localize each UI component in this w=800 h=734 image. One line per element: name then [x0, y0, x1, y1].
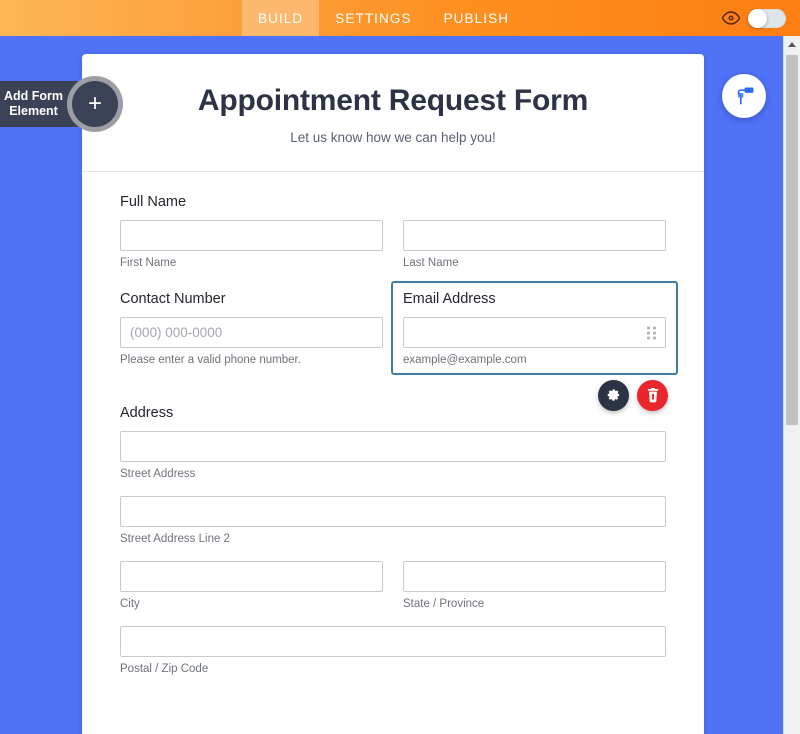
topbar-right-controls	[722, 0, 800, 36]
field-contact-number: Contact Number Please enter a valid phon…	[120, 291, 383, 375]
scrollbar-thumb[interactable]	[786, 55, 798, 425]
trash-icon	[647, 388, 658, 403]
full-name-label: Full Name	[120, 194, 187, 210]
plus-icon: +	[88, 90, 103, 117]
add-form-element-control[interactable]: Add Form Element +	[0, 76, 124, 132]
first-name-col: First Name	[120, 220, 383, 269]
tab-build-label: BUILD	[258, 10, 304, 26]
element-action-buttons	[598, 380, 668, 411]
form-title: Appointment Request Form	[197, 84, 589, 117]
field-email-address: Email Address example@example.com	[391, 281, 678, 411]
email-address-input[interactable]	[403, 317, 666, 348]
top-navigation-bar: BUILD SETTINGS PUBLISH	[0, 0, 800, 36]
form-header: Appointment Request Form Let us know how…	[82, 54, 704, 172]
city-col: City	[120, 561, 383, 610]
tab-publish[interactable]: PUBLISH	[428, 0, 525, 36]
postal-zip-sublabel: Postal / Zip Code	[120, 663, 209, 675]
first-name-input[interactable]	[120, 220, 383, 251]
full-name-row: First Name Last Name	[120, 220, 666, 269]
email-address-label: Email Address	[403, 291, 496, 307]
vertical-scrollbar[interactable]	[783, 36, 800, 734]
address-spacer-1	[120, 480, 666, 496]
last-name-input[interactable]	[403, 220, 666, 251]
state-province-sublabel: State / Province	[403, 598, 485, 610]
state-col: State / Province	[403, 561, 666, 610]
topbar-left-spacer	[0, 0, 242, 36]
form-designer-button[interactable]	[722, 74, 766, 118]
email-address-sublabel: example@example.com	[403, 354, 527, 366]
tab-settings[interactable]: SETTINGS	[319, 0, 427, 36]
street-address-sublabel: Street Address	[120, 468, 196, 480]
form-body: Full Name First Name Last Name Contact N…	[82, 172, 704, 711]
last-name-col: Last Name	[403, 220, 666, 269]
contact-number-input[interactable]	[120, 317, 383, 348]
address-spacer-3	[120, 610, 666, 626]
city-state-row: City State / Province	[120, 561, 666, 610]
postal-zip-input[interactable]	[120, 626, 666, 657]
eye-icon[interactable]	[722, 11, 740, 25]
preview-toggle-knob	[748, 8, 767, 28]
street-address-line2-sublabel: Street Address Line 2	[120, 533, 230, 545]
form-canvas: Add Form Element + Appointment Request F…	[0, 36, 784, 734]
add-form-element-button[interactable]: +	[67, 76, 124, 132]
city-input[interactable]	[120, 561, 383, 592]
preview-toggle[interactable]	[748, 8, 786, 28]
form-card: Appointment Request Form Let us know how…	[82, 54, 704, 734]
email-selected-outline[interactable]: Email Address example@example.com	[391, 281, 678, 411]
street-address-input[interactable]	[120, 431, 666, 462]
resize-handle-icon[interactable]	[647, 326, 656, 339]
city-sublabel: City	[120, 598, 140, 610]
contact-number-label: Contact Number	[120, 291, 226, 307]
address-label: Address	[120, 405, 174, 421]
form-builder-app: BUILD SETTINGS PUBLISH Add Form Element	[0, 0, 800, 734]
state-province-input[interactable]	[403, 561, 666, 592]
street-address-line2-input[interactable]	[120, 496, 666, 527]
form-subtitle: Let us know how we can help you!	[290, 130, 496, 145]
element-delete-button[interactable]	[637, 380, 668, 411]
field-address: Address Street Address Street Address Li…	[120, 405, 666, 675]
scroll-up-button[interactable]	[784, 36, 800, 52]
field-full-name: Full Name First Name Last Name	[120, 194, 666, 269]
tab-publish-label: PUBLISH	[443, 10, 510, 26]
email-input-wrap	[403, 317, 666, 348]
contact-email-row: Contact Number Please enter a valid phon…	[120, 281, 678, 411]
contact-number-sublabel: Please enter a valid phone number.	[120, 354, 301, 366]
last-name-sublabel: Last Name	[403, 257, 459, 269]
chevron-up-icon	[788, 41, 796, 47]
address-spacer-2	[120, 545, 666, 561]
paint-roller-icon	[737, 87, 754, 105]
tab-build[interactable]: BUILD	[242, 0, 320, 36]
tab-settings-label: SETTINGS	[335, 10, 412, 26]
first-name-sublabel: First Name	[120, 257, 177, 269]
gear-icon	[607, 389, 620, 401]
element-settings-button[interactable]	[598, 380, 629, 411]
